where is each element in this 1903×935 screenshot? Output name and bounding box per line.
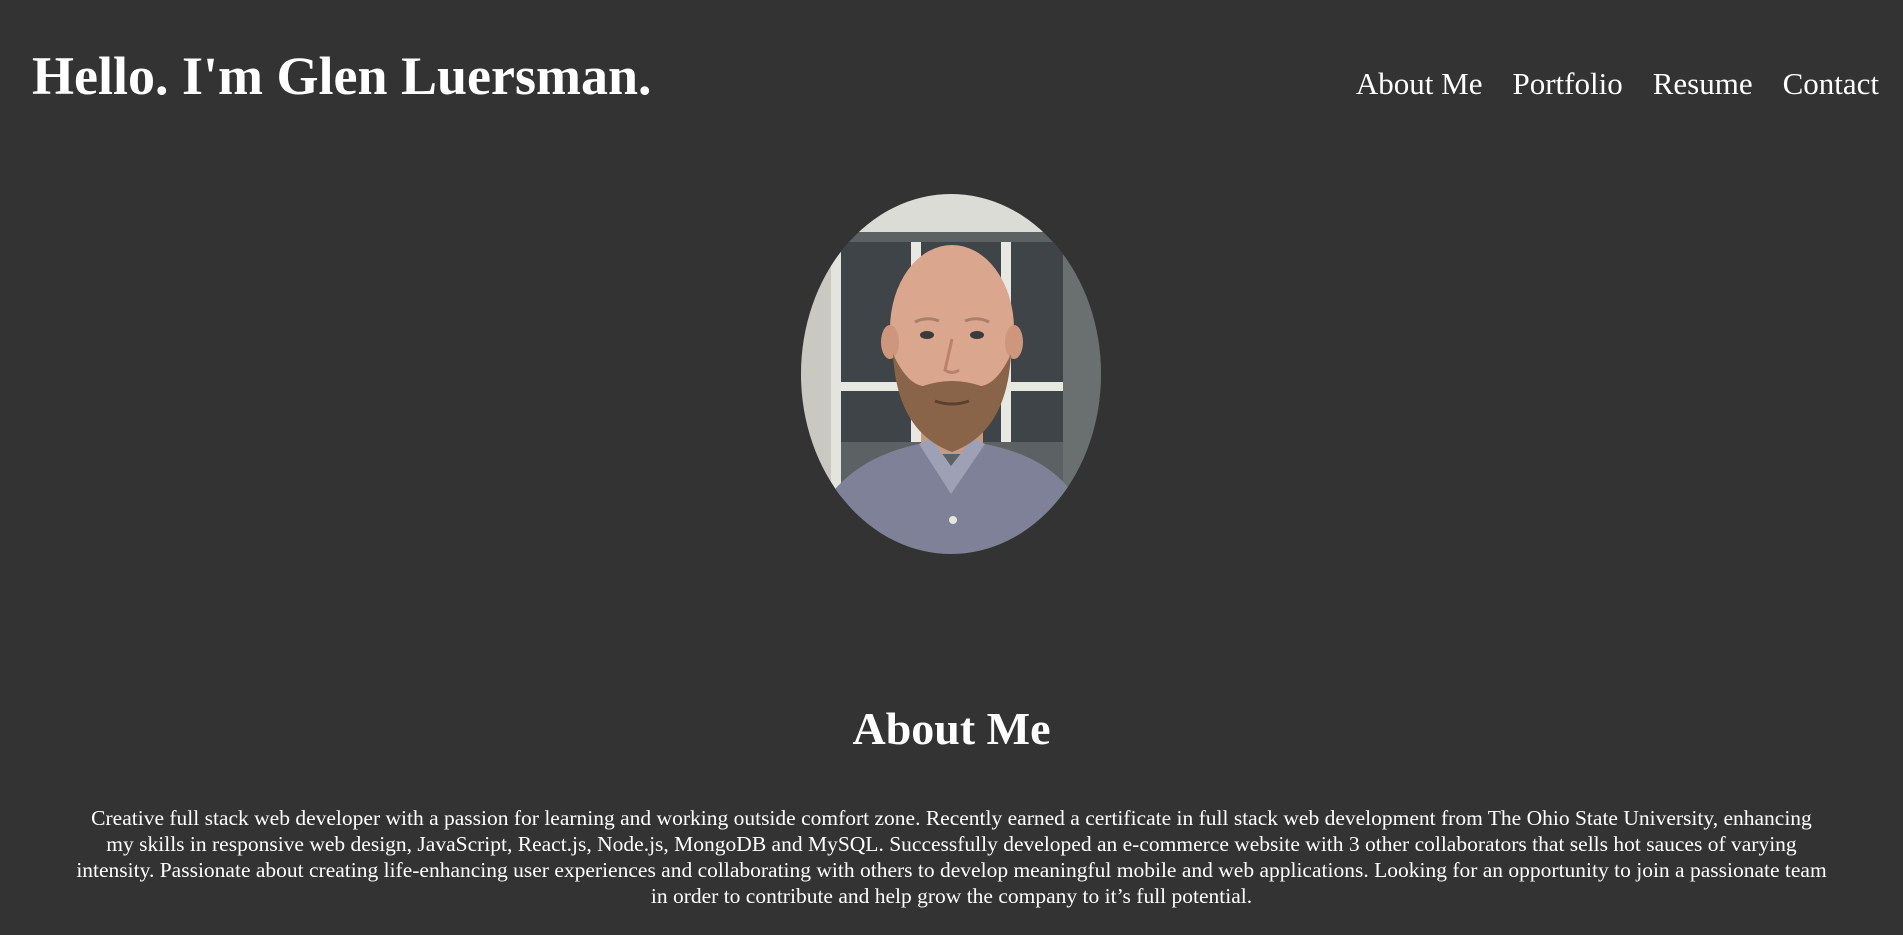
nav-link-about-me[interactable]: About Me — [1356, 62, 1483, 106]
about-me-heading: About Me — [852, 703, 1051, 754]
nav-link-contact[interactable]: Contact — [1783, 62, 1879, 106]
profile-photo-image — [801, 194, 1101, 554]
profile-photo — [801, 194, 1101, 554]
about-me-text: Creative full stack web developer with a… — [76, 806, 1827, 908]
nav-link-portfolio[interactable]: Portfolio — [1512, 62, 1622, 106]
site-title: Hello. I'm Glen Luersman. — [32, 46, 652, 106]
page: Hello. I'm Glen Luersman. About Me Portf… — [0, 0, 1903, 935]
main-nav: About Me Portfolio Resume Contact — [1356, 62, 1879, 106]
nav-link-resume[interactable]: Resume — [1653, 62, 1753, 106]
